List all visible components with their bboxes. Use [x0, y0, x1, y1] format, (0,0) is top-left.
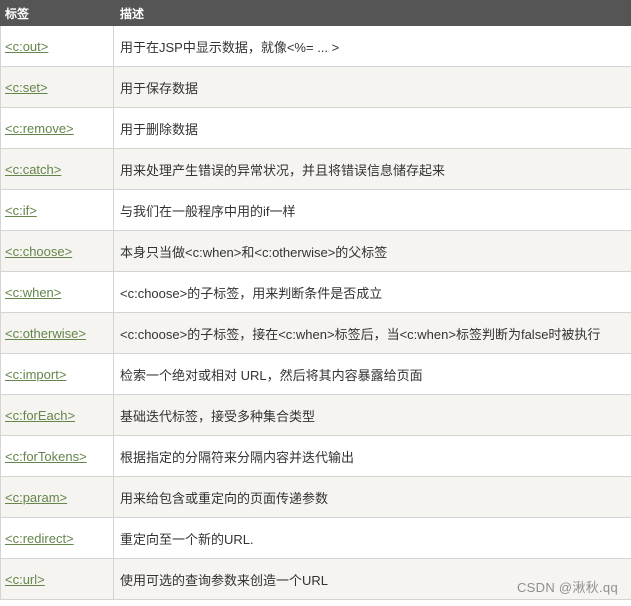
table-row: <c:redirect> 重定向至一个新的URL. [0, 517, 631, 559]
tag-link-import[interactable]: <c:import> [5, 367, 66, 382]
tag-link-redirect[interactable]: <c:redirect> [5, 531, 74, 546]
csdn-watermark: CSDN @湫秋.qq [516, 580, 618, 595]
tag-cell: <c:catch> [0, 148, 114, 190]
tag-link-url[interactable]: <c:url> [5, 572, 45, 587]
tag-cell: <c:otherwise> [0, 312, 114, 354]
description-cell: 与我们在一般程序中用的if一样 [113, 189, 631, 231]
header-row: 标签 描述 [0, 0, 631, 26]
table-body: <c:out> 用于在JSP中显示数据，就像<%= ... > <c:set> … [0, 25, 631, 600]
table-row: <c:otherwise> <c:choose>的子标签，接在<c:when>标… [0, 312, 631, 354]
table-row: <c:catch> 用来处理产生错误的异常状况，并且将错误信息储存起来 [0, 148, 631, 190]
tag-cell: <c:redirect> [0, 517, 114, 559]
table-row: <c:forEach> 基础迭代标签，接受多种集合类型 [0, 394, 631, 436]
description-cell: <c:choose>的子标签，用来判断条件是否成立 [113, 271, 631, 313]
tag-cell: <c:forEach> [0, 394, 114, 436]
description-cell: 基础迭代标签，接受多种集合类型 [113, 394, 631, 436]
tag-cell: <c:url> [0, 558, 114, 600]
table-row: <c:param> 用来给包含或重定向的页面传递参数 [0, 476, 631, 518]
tag-link-foreach[interactable]: <c:forEach> [5, 408, 75, 423]
tag-cell: <c:remove> [0, 107, 114, 149]
description-cell: <c:choose>的子标签，接在<c:when>标签后，当<c:when>标签… [113, 312, 631, 354]
description-cell: 用于在JSP中显示数据，就像<%= ... > [113, 25, 631, 67]
table-row: <c:if> 与我们在一般程序中用的if一样 [0, 189, 631, 231]
header-description: 描述 [113, 0, 631, 26]
tag-link-fortokens[interactable]: <c:forTokens> [5, 449, 87, 464]
table-row: <c:set> 用于保存数据 [0, 66, 631, 108]
tag-cell: <c:param> [0, 476, 114, 518]
description-cell: 根据指定的分隔符来分隔内容并迭代输出 [113, 435, 631, 477]
table-row: <c:choose> 本身只当做<c:when>和<c:otherwise>的父… [0, 230, 631, 272]
header-tag: 标签 [0, 0, 114, 26]
tag-link-if[interactable]: <c:if> [5, 203, 37, 218]
table-row: <c:import> 检索一个绝对或相对 URL，然后将其内容暴露给页面 [0, 353, 631, 395]
description-cell: 重定向至一个新的URL. [113, 517, 631, 559]
tag-link-when[interactable]: <c:when> [5, 285, 61, 300]
tag-cell: <c:import> [0, 353, 114, 395]
description-cell: 用来给包含或重定向的页面传递参数 [113, 476, 631, 518]
description-cell: 检索一个绝对或相对 URL，然后将其内容暴露给页面 [113, 353, 631, 395]
table-row: <c:remove> 用于删除数据 [0, 107, 631, 149]
description-cell: 用来处理产生错误的异常状况，并且将错误信息储存起来 [113, 148, 631, 190]
description-cell: 用于删除数据 [113, 107, 631, 149]
description-cell: 用于保存数据 [113, 66, 631, 108]
tag-link-otherwise[interactable]: <c:otherwise> [5, 326, 86, 341]
table-row: <c:out> 用于在JSP中显示数据，就像<%= ... > [0, 25, 631, 67]
table-row: <c:forTokens> 根据指定的分隔符来分隔内容并迭代输出 [0, 435, 631, 477]
tag-link-out[interactable]: <c:out> [5, 39, 48, 54]
tag-cell: <c:when> [0, 271, 114, 313]
tag-link-choose[interactable]: <c:choose> [5, 244, 72, 259]
jstl-core-tags-table: 标签 描述 <c:out> 用于在JSP中显示数据，就像<%= ... > <c… [0, 0, 631, 600]
table-header: 标签 描述 [0, 0, 631, 26]
description-cell: 本身只当做<c:when>和<c:otherwise>的父标签 [113, 230, 631, 272]
tag-cell: <c:out> [0, 25, 114, 67]
table-row: <c:when> <c:choose>的子标签，用来判断条件是否成立 [0, 271, 631, 313]
tag-cell: <c:choose> [0, 230, 114, 272]
tag-cell: <c:forTokens> [0, 435, 114, 477]
tag-link-param[interactable]: <c:param> [5, 490, 67, 505]
tag-link-set[interactable]: <c:set> [5, 80, 48, 95]
tag-link-remove[interactable]: <c:remove> [5, 121, 74, 136]
tag-cell: <c:if> [0, 189, 114, 231]
tag-cell: <c:set> [0, 66, 114, 108]
tag-link-catch[interactable]: <c:catch> [5, 162, 61, 177]
